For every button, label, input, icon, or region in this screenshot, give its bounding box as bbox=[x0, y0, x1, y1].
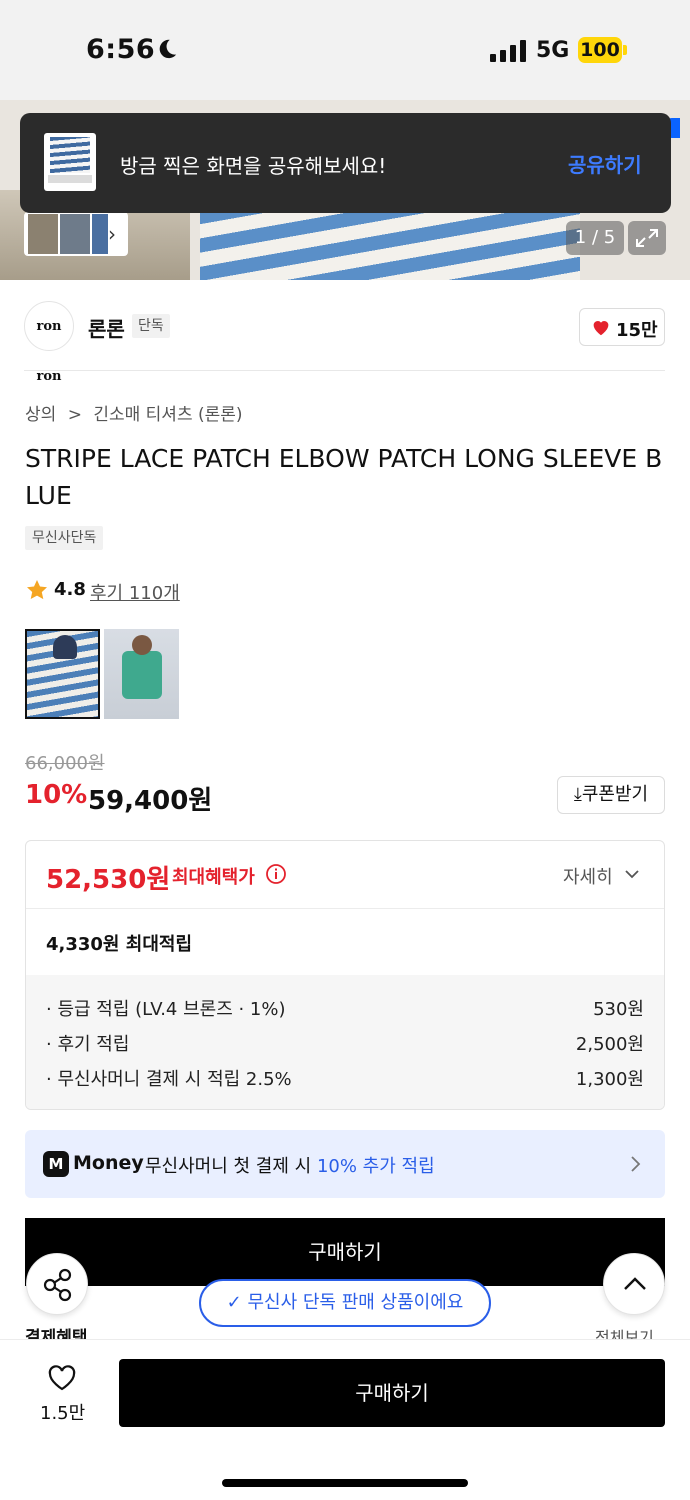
toast-message: 방금 찍은 화면을 공유해보세요! bbox=[120, 154, 387, 178]
discount-rate: 10% bbox=[25, 780, 88, 810]
money-highlight: 10% 추가 적립 bbox=[316, 1156, 435, 1177]
chevron-down-icon[interactable] bbox=[624, 867, 640, 881]
check-icon: ✓ bbox=[226, 1292, 248, 1313]
breadcrumb-category[interactable]: 상의 bbox=[25, 405, 56, 425]
original-price: 66,000원 bbox=[25, 753, 105, 774]
strip-thumb bbox=[92, 214, 108, 254]
network-label: 5G bbox=[536, 38, 570, 63]
exclusive-badge: 무신사단독 bbox=[25, 526, 104, 550]
money-promo-banner[interactable]: M Money 무신사머니 첫 결제 시 10% 추가 적립 bbox=[25, 1130, 665, 1198]
home-indicator bbox=[222, 1479, 468, 1487]
coupon-button[interactable]: ⤓쿠폰받기 bbox=[557, 776, 665, 814]
points-total: 4,330원 최대적립 bbox=[46, 934, 193, 955]
moon-icon bbox=[159, 39, 177, 59]
breadcrumb-subcategory[interactable]: 긴소매 티셔츠 (론론) bbox=[93, 405, 242, 425]
status-time: 6:56 bbox=[86, 34, 156, 65]
money-brand: Money bbox=[73, 1152, 144, 1174]
money-text: 무신사머니 첫 결제 시 10% 추가 적립 bbox=[145, 1152, 435, 1178]
share-button[interactable]: 공유하기 bbox=[568, 149, 642, 178]
product-thumbnail-selected[interactable] bbox=[25, 629, 100, 719]
breadcrumb[interactable]: 상의 > 긴소매 티셔츠 (론론) bbox=[25, 400, 243, 425]
battery-indicator: 100 bbox=[578, 37, 622, 63]
carousel-image-stripes bbox=[200, 210, 580, 280]
buy-button[interactable]: 구매하기 bbox=[119, 1359, 665, 1427]
scroll-top-button[interactable] bbox=[603, 1253, 665, 1315]
signal-icon bbox=[490, 40, 526, 62]
chevron-right-icon bbox=[631, 1156, 641, 1172]
divider bbox=[26, 908, 664, 909]
points-row-label: · 무신사머니 결제 시 적립 2.5% bbox=[46, 1069, 292, 1090]
battery-nub bbox=[623, 45, 627, 55]
divider bbox=[24, 370, 665, 371]
benefit-box: 52,530원 최대혜택가 자세히 4,330원 최대적립 · 등급 적립 (L… bbox=[25, 840, 665, 1110]
expand-icon bbox=[636, 229, 658, 247]
sale-price: 59,400원 bbox=[88, 786, 213, 816]
strip-thumb bbox=[60, 214, 90, 254]
brand-name[interactable]: 론론 bbox=[88, 313, 125, 342]
brand-exclusive-tag: 단독 bbox=[132, 314, 170, 338]
product-thumbnail[interactable] bbox=[104, 629, 179, 719]
money-text-main: 무신사머니 첫 결제 시 bbox=[145, 1156, 312, 1177]
points-row-value: 1,300원 bbox=[575, 1069, 644, 1090]
wish-count: 1.5만 bbox=[40, 1403, 86, 1424]
exclusive-pill-text: 무신사 단독 판매 상품이에요 bbox=[247, 1292, 464, 1313]
rating-score: 4.8 bbox=[54, 579, 86, 600]
download-icon: ⤓ bbox=[573, 784, 582, 805]
points-row-value: 530원 bbox=[593, 999, 644, 1020]
star-icon bbox=[27, 580, 47, 600]
coupon-label: 쿠폰받기 bbox=[581, 784, 649, 805]
buy-button-inline[interactable]: 구매하기 bbox=[25, 1218, 665, 1286]
share-fab-button[interactable] bbox=[26, 1253, 88, 1315]
product-title: STRIPE LACE PATCH ELBOW PATCH LONG SLEEV… bbox=[25, 444, 663, 510]
max-benefit-price: 52,530원 bbox=[46, 865, 171, 895]
exclusive-product-pill: ✓ 무신사 단독 판매 상품이에요 bbox=[199, 1279, 491, 1327]
review-link[interactable]: 후기 110개 bbox=[90, 579, 180, 605]
chevron-right-icon[interactable]: › bbox=[108, 222, 116, 246]
expand-button[interactable] bbox=[628, 221, 666, 255]
chevron-up-icon bbox=[624, 1277, 646, 1290]
brand-like-count: 15만 bbox=[616, 320, 658, 341]
info-icon[interactable] bbox=[265, 863, 287, 885]
section-title-cut: 결제혜택 bbox=[25, 1328, 88, 1339]
strip-thumb bbox=[28, 214, 58, 254]
image-counter: 1 / 5 bbox=[566, 221, 624, 255]
brand-logo[interactable]: ron ron bbox=[24, 301, 74, 384]
brand-like-button[interactable]: 15만 bbox=[579, 308, 665, 346]
view-all-link-cut[interactable]: 전체보기 bbox=[595, 1327, 654, 1339]
heart-outline-icon[interactable] bbox=[46, 1362, 78, 1392]
max-benefit-label: 최대혜택가 bbox=[172, 867, 255, 888]
points-row-label: · 등급 적립 (LV.4 브론즈 · 1%) bbox=[46, 999, 286, 1020]
screenshot-thumbnail bbox=[44, 133, 96, 191]
points-row-label: · 후기 적립 bbox=[46, 1034, 130, 1055]
heart-filled-icon bbox=[593, 321, 609, 336]
money-logo-icon: M bbox=[43, 1151, 69, 1177]
share-icon bbox=[43, 1268, 72, 1302]
details-toggle[interactable]: 자세히 bbox=[563, 863, 613, 889]
breadcrumb-separator: > bbox=[67, 405, 82, 425]
points-row-value: 2,500원 bbox=[575, 1034, 644, 1055]
